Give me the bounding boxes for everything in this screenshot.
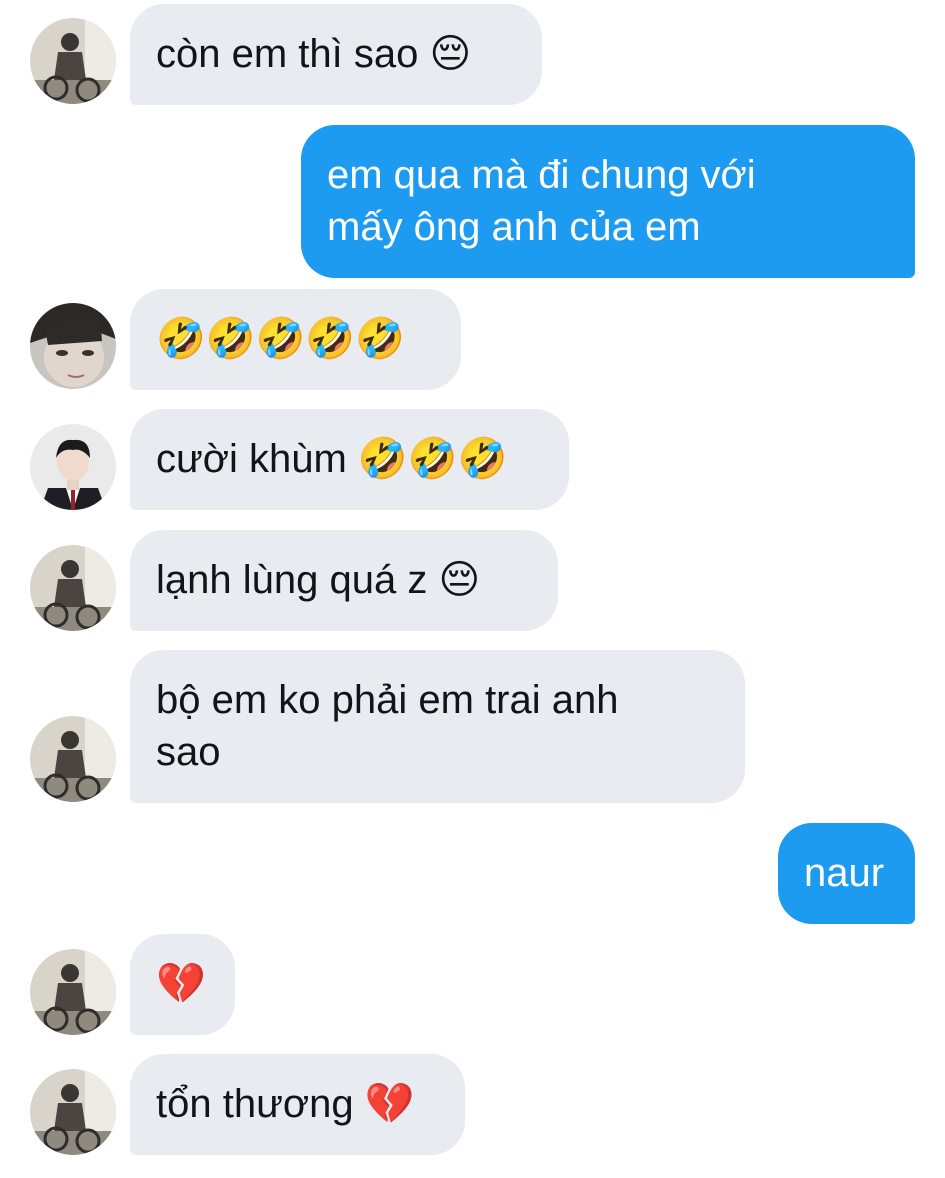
message-bubble-incoming[interactable]: còn em thì sao 😔 [130,4,542,105]
message-bubble-incoming[interactable]: lạnh lùng quá z 😔 [130,530,558,631]
message-bubble-incoming[interactable]: cười khùm 🤣🤣🤣 [130,409,569,510]
message-bubble-incoming[interactable]: 💔 [130,934,235,1035]
sender-avatar-biker[interactable] [30,949,116,1035]
sender-avatar-face-closeup[interactable] [30,303,116,389]
sender-avatar-biker[interactable] [30,545,116,631]
message-bubble-incoming[interactable]: bộ em ko phải em trai anh sao [130,650,745,803]
sender-avatar-biker[interactable] [30,1069,116,1155]
sender-avatar-school-uniform[interactable] [30,424,116,510]
sender-avatar-biker[interactable] [30,716,116,802]
message-bubble-outgoing[interactable]: em qua mà đi chung với mấy ông anh của e… [301,125,915,278]
message-bubble-incoming[interactable]: 🤣🤣🤣🤣🤣 [130,289,461,390]
sender-avatar-biker[interactable] [30,18,116,104]
message-bubble-outgoing[interactable]: naur [778,823,915,924]
message-bubble-incoming[interactable]: tổn thương 💔 [130,1054,465,1155]
